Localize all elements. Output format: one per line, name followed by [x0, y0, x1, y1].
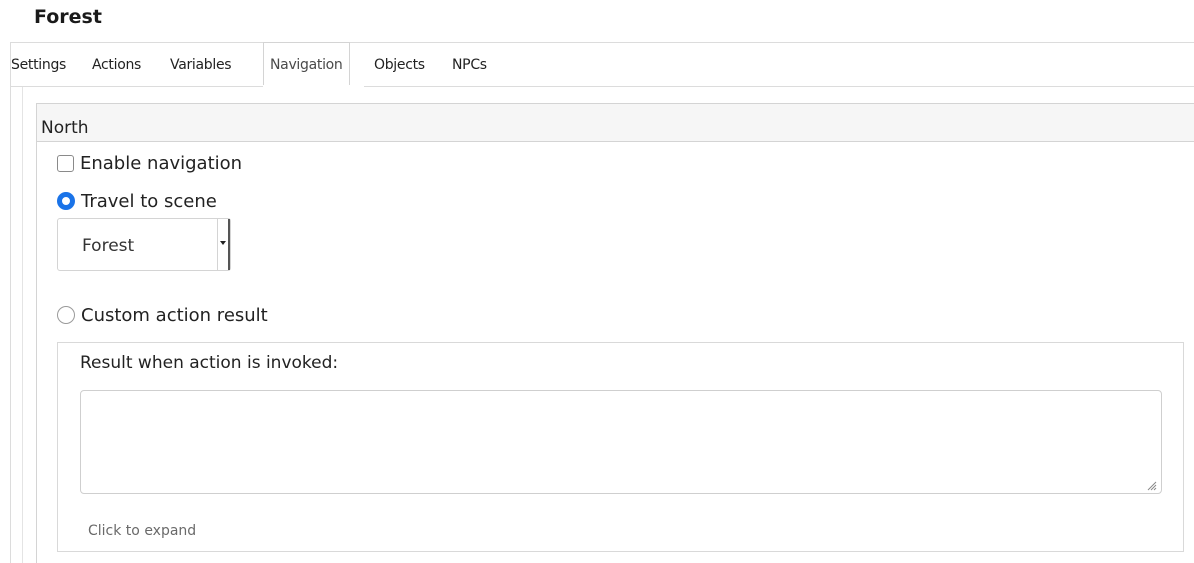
tab-actions[interactable]: Actions: [92, 43, 141, 87]
travel-to-scene-option[interactable]: Travel to scene: [57, 188, 217, 214]
page-title: Forest: [34, 6, 102, 28]
content-border: [10, 86, 11, 563]
direction-label: North: [41, 118, 89, 138]
travel-to-scene-label: Travel to scene: [81, 190, 217, 212]
tab-variables[interactable]: Variables: [170, 43, 232, 87]
direction-panel-header[interactable]: North: [37, 104, 1194, 142]
tab-npcs[interactable]: NPCs: [452, 43, 487, 87]
result-label: Result when action is invoked:: [80, 353, 339, 373]
travel-to-scene-radio[interactable]: [57, 192, 75, 210]
enable-navigation-checkbox[interactable]: [57, 154, 74, 172]
result-textarea[interactable]: [80, 390, 1162, 494]
tab-objects[interactable]: Objects: [374, 43, 425, 87]
tab-navigation[interactable]: Navigation: [263, 42, 350, 88]
enable-navigation-label: Enable navigation: [80, 152, 243, 174]
scene-select[interactable]: Forest: [57, 218, 231, 271]
click-to-expand-link[interactable]: Click to expand: [88, 523, 196, 539]
tab-settings[interactable]: Settings: [11, 43, 66, 87]
custom-action-result-option[interactable]: Custom action result: [57, 302, 268, 328]
tab-divider: [10, 86, 1194, 87]
enable-navigation-option[interactable]: Enable navigation: [57, 150, 242, 176]
scene-select-dropdown-button[interactable]: [217, 219, 230, 270]
result-section: Result when action is invoked: Click to …: [57, 342, 1184, 552]
content-inner-border: [22, 87, 23, 563]
scene-select-value: Forest: [82, 236, 135, 256]
chevron-down-icon: [220, 241, 226, 245]
custom-action-result-label: Custom action result: [81, 304, 268, 326]
custom-action-result-radio[interactable]: [57, 306, 75, 324]
resize-grip-icon[interactable]: [1145, 479, 1157, 491]
tab-bar: Settings Actions Variables Navigation Ob…: [10, 42, 1194, 88]
